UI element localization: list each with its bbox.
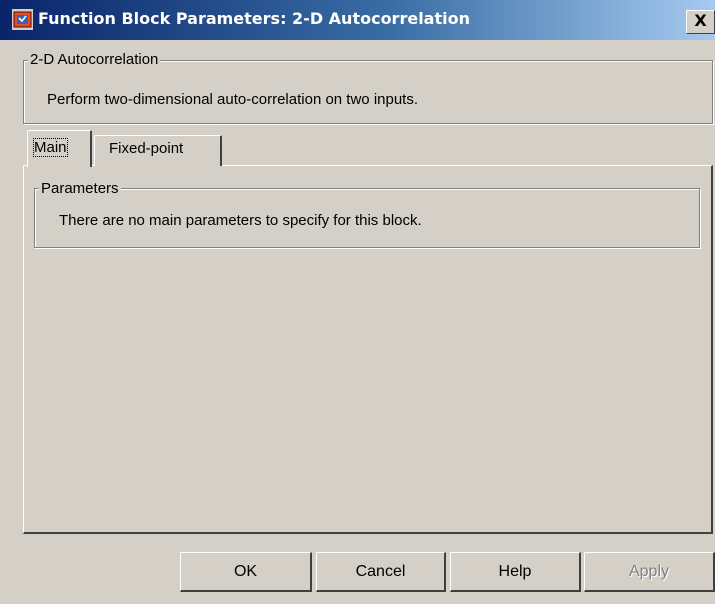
close-button[interactable]: X [686, 10, 715, 34]
block-description: Perform two-dimensional auto-correlation… [47, 91, 419, 108]
tab-main-label: Main [33, 138, 68, 157]
block-group-label: 2-D Autocorrelation [28, 51, 161, 68]
no-parameters-message: There are no main parameters to specify … [59, 212, 422, 229]
ok-button[interactable]: OK [180, 552, 312, 592]
apply-button[interactable]: Apply [584, 552, 715, 592]
window-title: Function Block Parameters: 2-D Autocorre… [38, 9, 470, 28]
cancel-button[interactable]: Cancel [316, 552, 446, 592]
tab-fixed-point[interactable]: Fixed-point [94, 135, 222, 166]
close-icon: X [694, 11, 707, 30]
help-button[interactable]: Help [450, 552, 581, 592]
parameters-group-label: Parameters [39, 180, 121, 197]
title-bar[interactable]: Function Block Parameters: 2-D Autocorre… [0, 0, 715, 40]
tab-fixed-point-label: Fixed-point [109, 140, 184, 157]
simulink-block-icon [12, 9, 33, 30]
tab-main[interactable]: Main [27, 130, 92, 167]
